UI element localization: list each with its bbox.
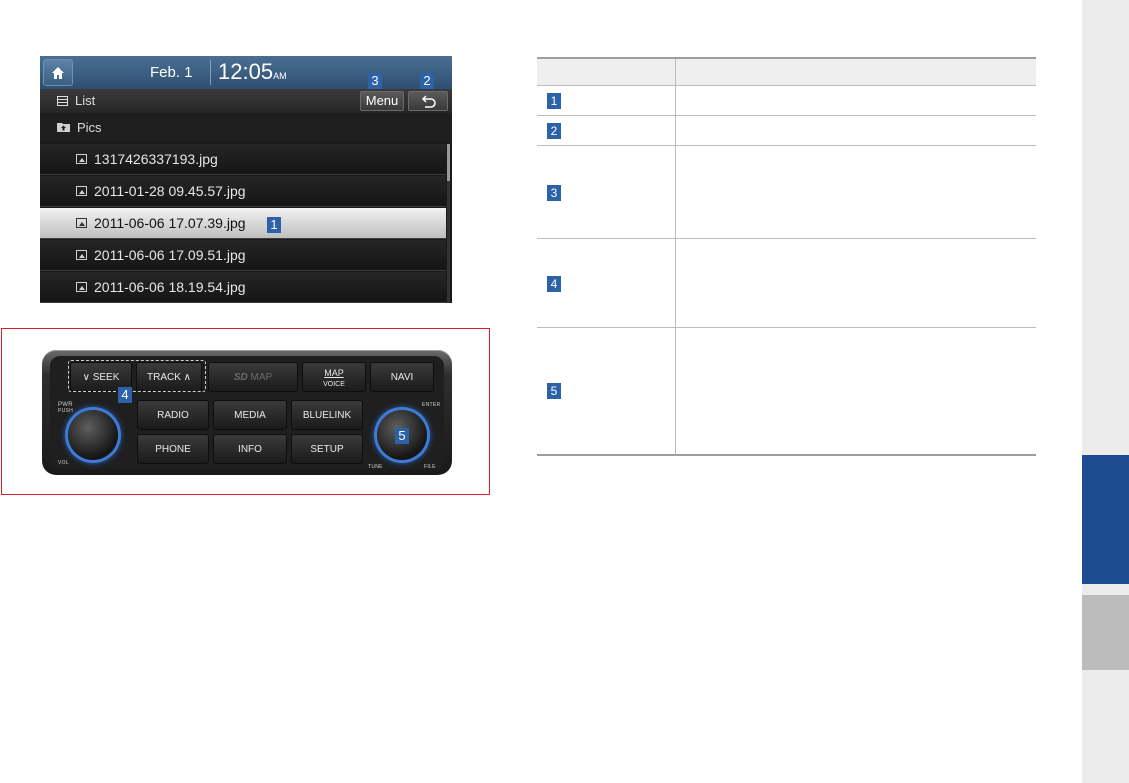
status-bar: Feb. 1 12:05AM xyxy=(40,56,452,89)
media-button[interactable]: MEDIA xyxy=(213,400,287,430)
table-bottom-rule xyxy=(537,454,1036,456)
date-display: Feb. 1 xyxy=(150,64,193,81)
time-display: 12:05AM xyxy=(218,59,287,84)
table-row: 3 xyxy=(537,146,1036,239)
chapter-tab-active[interactable] xyxy=(1082,455,1129,584)
media-screen: Feb. 1 12:05AM List Menu Pics 1317426337… xyxy=(40,56,452,303)
image-file-icon xyxy=(76,282,87,292)
image-file-icon xyxy=(76,250,87,260)
file-row[interactable]: 2011-06-06 18.19.54.jpg xyxy=(40,272,446,303)
row-badge-3: 3 xyxy=(547,185,561,201)
column-divider xyxy=(675,59,676,455)
file-name: 2011-01-28 09.45.57.jpg xyxy=(94,183,246,199)
map-voice-button[interactable]: MAP VOICE xyxy=(302,362,366,392)
head-unit-frame: ∨ SEEK TRACK ∧ SD MAP MAP VOICE NAVI RAD… xyxy=(1,328,490,495)
folder-label: Pics xyxy=(77,120,102,135)
push-label: PUSH xyxy=(58,408,74,414)
console-face: ∨ SEEK TRACK ∧ SD MAP MAP VOICE NAVI RAD… xyxy=(50,356,444,470)
menu-button[interactable]: Menu xyxy=(360,91,404,111)
back-button[interactable] xyxy=(408,91,448,111)
row-badge-4: 4 xyxy=(547,276,561,292)
file-label: FILE xyxy=(424,464,436,470)
home-icon xyxy=(52,67,64,79)
voice-label: VOICE xyxy=(323,381,345,388)
file-name: 1317426337193.jpg xyxy=(94,151,218,167)
info-button[interactable]: INFO xyxy=(213,434,287,464)
tune-label: TUNE xyxy=(368,464,383,470)
sd-map-button[interactable]: SD MAP xyxy=(208,362,298,392)
table-row: 1 xyxy=(537,86,1036,116)
callout-badge-4: 4 xyxy=(118,387,132,403)
scroll-thumb[interactable] xyxy=(447,144,450,181)
navi-button[interactable]: NAVI xyxy=(370,362,434,392)
table-row: 4 xyxy=(537,239,1036,328)
file-row-selected[interactable]: 2011-06-06 17.07.39.jpg xyxy=(40,208,446,239)
setup-button[interactable]: SETUP xyxy=(291,434,363,464)
callout-badge-3: 3 xyxy=(368,73,382,89)
map-label: MAP xyxy=(324,368,344,378)
vol-label: VOL xyxy=(58,460,69,466)
callout-badge-1: 1 xyxy=(267,217,281,233)
file-row[interactable]: 2011-06-06 17.09.51.jpg xyxy=(40,240,446,271)
folder-row[interactable]: Pics xyxy=(40,113,452,143)
table-row: 2 xyxy=(537,116,1036,146)
table-row: 5 xyxy=(537,328,1036,455)
scrollbar[interactable] xyxy=(447,144,450,303)
file-name: 2011-06-06 17.09.51.jpg xyxy=(94,247,246,263)
back-arrow-icon xyxy=(422,95,436,108)
image-file-icon xyxy=(76,218,87,228)
power-volume-knob[interactable] xyxy=(68,410,118,460)
list-icon xyxy=(57,96,68,106)
file-name: 2011-06-06 18.19.54.jpg xyxy=(94,279,246,295)
table-header xyxy=(537,57,1036,86)
radio-button[interactable]: RADIO xyxy=(137,400,209,430)
callout-badge-2: 2 xyxy=(420,73,434,89)
phone-button[interactable]: PHONE xyxy=(137,434,209,464)
status-divider xyxy=(210,60,211,85)
ampm-indicator: AM xyxy=(273,71,287,81)
folder-up-icon xyxy=(57,123,70,132)
bluelink-button[interactable]: BLUELINK xyxy=(291,400,363,430)
row-badge-2: 2 xyxy=(547,123,561,139)
file-row[interactable]: 2011-01-28 09.45.57.jpg xyxy=(40,176,446,207)
seek-track-highlight xyxy=(68,360,206,392)
callout-badge-5: 5 xyxy=(395,428,409,444)
file-row[interactable]: 1317426337193.jpg xyxy=(40,144,446,175)
row-badge-1: 1 xyxy=(547,93,561,109)
enter-label: ENTER xyxy=(422,402,441,408)
file-name: 2011-06-06 17.07.39.jpg xyxy=(94,215,246,231)
row-badge-5: 5 xyxy=(547,383,561,399)
image-file-icon xyxy=(76,186,87,196)
chapter-tab[interactable] xyxy=(1082,595,1129,670)
head-unit-console: ∨ SEEK TRACK ∧ SD MAP MAP VOICE NAVI RAD… xyxy=(42,350,452,475)
home-button[interactable] xyxy=(43,59,73,86)
list-toolbar: List Menu xyxy=(40,89,452,113)
list-label: List xyxy=(75,93,96,108)
image-file-icon xyxy=(76,154,87,164)
sd-logo: SD xyxy=(233,372,248,383)
